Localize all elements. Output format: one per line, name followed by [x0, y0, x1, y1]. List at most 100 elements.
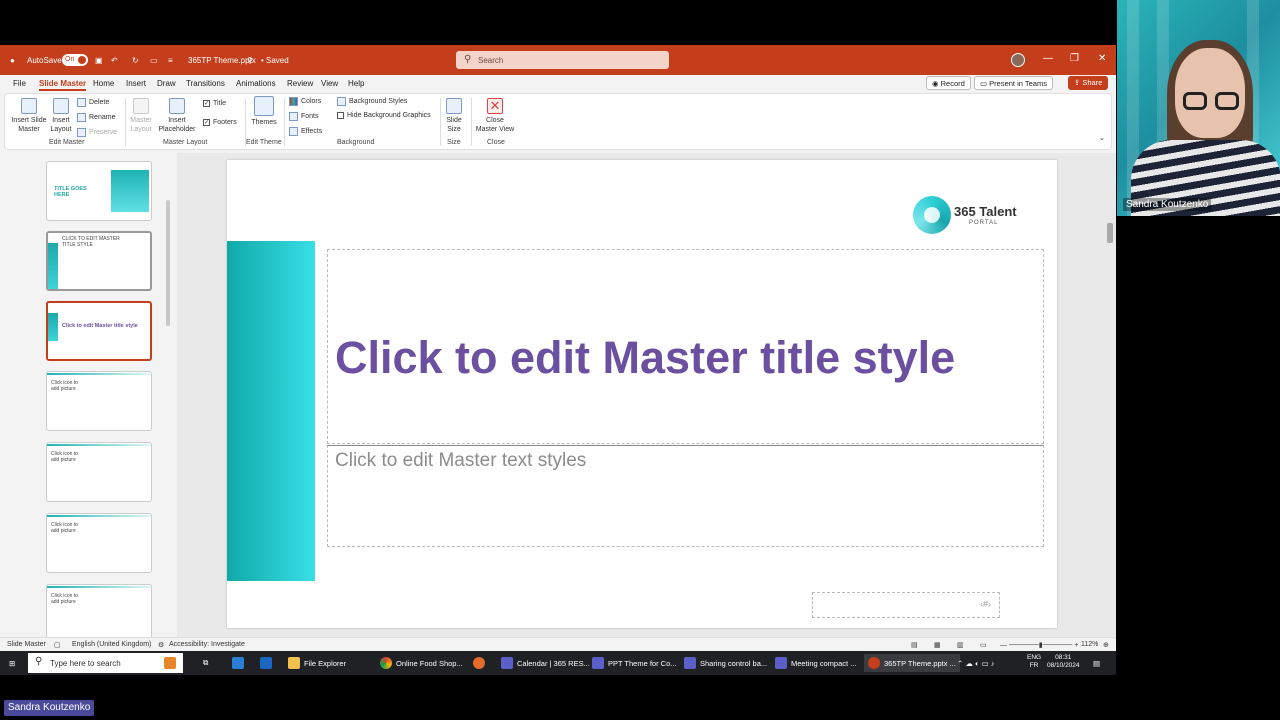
outlook-icon[interactable] [260, 654, 272, 672]
edge-icon[interactable] [232, 654, 244, 672]
record-button[interactable]: ◉ Record [926, 76, 971, 90]
background-styles-dropdown[interactable]: Background Styles [337, 97, 407, 106]
text-placeholder[interactable]: Click to edit Master text styles [327, 445, 1044, 547]
logo-circle-icon [913, 196, 951, 234]
clock[interactable]: 08:31 08/10/2024 [1047, 654, 1080, 670]
canvas-scrollbar[interactable] [1107, 223, 1113, 243]
zoom-slider[interactable]: — ──────▮────── + [1000, 641, 1078, 649]
master-slide[interactable]: 365 Talent PORTAL Click to edit Master t… [227, 160, 1057, 628]
normal-view-icon[interactable]: ▤ [911, 641, 918, 649]
checkbox-unchecked-icon [337, 112, 344, 119]
insert-layout-button[interactable]: Insert Layout [49, 98, 73, 134]
preserve-icon [77, 128, 86, 137]
close-icon: ✕ [487, 98, 503, 114]
layout-thumbnail[interactable]: Click icon to add picture [46, 442, 152, 502]
insert-slide-master-button[interactable]: Insert Slide Master [11, 98, 47, 134]
master-layout-button[interactable]: Master Layout [129, 98, 153, 134]
taskbar-app-chrome[interactable]: Online Food Shop... [380, 654, 463, 672]
title-placeholder[interactable]: Click to edit Master title style [327, 249, 1044, 444]
taskbar-app-file-explorer[interactable]: File Explorer [288, 654, 346, 672]
notifications-icon[interactable]: ▤ [1093, 654, 1100, 672]
footers-checkbox[interactable]: ✓ Footers [203, 119, 237, 126]
redo-icon[interactable]: ↻ [132, 45, 139, 75]
thumb-teal-line [47, 586, 151, 588]
reading-view-icon[interactable]: ▥ [957, 641, 964, 649]
layout-thumbnail[interactable]: TITLE GOES HERE [46, 161, 152, 221]
tab-animations[interactable]: Animations [236, 79, 276, 88]
undo-icon[interactable]: ↶ [111, 45, 118, 75]
teams-icon [592, 657, 604, 669]
accessibility-status[interactable]: Accessibility: Investigate [169, 641, 245, 648]
briefcase-icon[interactable] [164, 654, 176, 672]
slide-number-placeholder[interactable]: ‹#› [812, 592, 1000, 618]
insert-placeholder-button[interactable]: Insert Placeholder [155, 98, 199, 134]
tab-transitions[interactable]: Transitions [186, 79, 225, 88]
tab-help[interactable]: Help [348, 79, 364, 88]
task-view-icon[interactable]: ⧉ [203, 654, 208, 672]
notes-icon[interactable]: ▢ [54, 641, 61, 649]
thumb-title: Click to edit Master title style [62, 323, 138, 329]
present-in-teams-button[interactable]: ▭ Present in Teams [974, 76, 1053, 90]
close-window-icon[interactable]: ✕ [1098, 53, 1106, 64]
restore-icon[interactable]: ❐ [1070, 53, 1079, 64]
delete-button[interactable]: Delete [77, 98, 109, 107]
layout-thumbnail[interactable]: Click icon to add picture [46, 371, 152, 431]
slide-sorter-icon[interactable]: ▦ [934, 641, 941, 649]
chrome-icon [380, 657, 392, 669]
autosave-label: AutoSave [27, 55, 62, 65]
slideshow-icon[interactable]: ▭ [980, 641, 987, 649]
effects-dropdown[interactable]: Effects [289, 127, 322, 136]
fit-to-window-icon[interactable]: ⊕ [1103, 641, 1109, 649]
tab-review[interactable]: Review [287, 79, 313, 88]
firefox-icon[interactable] [473, 654, 485, 672]
customize-qat-icon[interactable]: ≡ [168, 45, 173, 75]
autosave-toggle[interactable]: On [58, 45, 88, 75]
rename-button[interactable]: Rename [77, 113, 115, 122]
tab-slide-master[interactable]: Slide Master [39, 79, 87, 91]
preserve-button[interactable]: Preserve [77, 128, 117, 137]
language-indicator[interactable]: ENG FR [1027, 654, 1041, 670]
layout-thumbnail[interactable]: Click icon to add picture [46, 584, 152, 644]
windows-start-icon[interactable]: ⊞ [9, 654, 15, 672]
thumbnail-scrollbar[interactable] [166, 200, 170, 326]
collapse-ribbon-icon[interactable]: ⌄ [1099, 134, 1105, 143]
thumb-teal-line [47, 515, 151, 517]
tab-draw[interactable]: Draw [157, 79, 176, 88]
tab-view[interactable]: View [321, 79, 338, 88]
present-icon[interactable]: ▭ [150, 45, 158, 75]
taskbar-app-sharing-control[interactable]: Sharing control ba... [684, 654, 767, 672]
account-avatar[interactable] [1011, 53, 1025, 67]
hide-background-graphics-checkbox[interactable]: Hide Background Graphics [337, 112, 431, 119]
taskbar-app-powerpoint[interactable]: 365TP Theme.pptx ... [864, 654, 960, 672]
save-icon[interactable]: ▣ [95, 45, 103, 75]
layout-thumbnail-selected[interactable]: Click to edit Master title style [46, 301, 152, 361]
search-input[interactable]: ⚲ Search [456, 51, 669, 69]
system-tray-icons[interactable]: ⌃ ☁ ◐ ▭ ♪ [957, 654, 995, 672]
taskbar-app-calendar[interactable]: Calendar | 365 RES... [501, 654, 590, 672]
language-status[interactable]: English (United Kingdom) [72, 641, 151, 648]
fonts-dropdown[interactable]: Fonts [289, 112, 319, 121]
taskbar-app-meeting[interactable]: Meeting compact ... [775, 654, 856, 672]
minimize-icon[interactable]: — [1043, 53, 1053, 64]
colors-icon [289, 97, 298, 106]
powerpoint-window: ● AutoSave On ▣ ↶ ↻ ▭ ≡ 365TP Theme.pptx… [0, 45, 1116, 675]
colors-dropdown[interactable]: Colors [289, 97, 321, 106]
title-checkbox[interactable]: ✓ Title [203, 100, 226, 107]
group-separator [440, 98, 441, 146]
layout-thumbnail[interactable]: Click icon to add picture [46, 513, 152, 573]
slide-size-button[interactable]: Slide Size [443, 98, 465, 134]
taskbar-app-ppt-theme[interactable]: PPT Theme for Co... [592, 654, 677, 672]
taskbar-search-input[interactable]: ⚲ Type here to search [28, 653, 183, 673]
ribbon-tabs: File Slide Master Home Insert Draw Trans… [0, 75, 1116, 92]
teams-icon [775, 657, 787, 669]
tab-file[interactable]: File [13, 79, 26, 88]
tab-home[interactable]: Home [93, 79, 114, 88]
folder-icon [288, 657, 300, 669]
themes-button[interactable]: Themes [251, 96, 277, 127]
layout-thumbnail[interactable]: CLICK TO EDIT MASTER TITLE STYLE [46, 231, 152, 291]
close-master-view-button[interactable]: ✕ Close Master View [475, 98, 515, 134]
zoom-level[interactable]: 112% [1081, 641, 1098, 648]
tab-insert[interactable]: Insert [126, 79, 146, 88]
saved-status[interactable]: • Saved [261, 45, 289, 75]
share-button[interactable]: ⇪ Share [1068, 76, 1109, 90]
